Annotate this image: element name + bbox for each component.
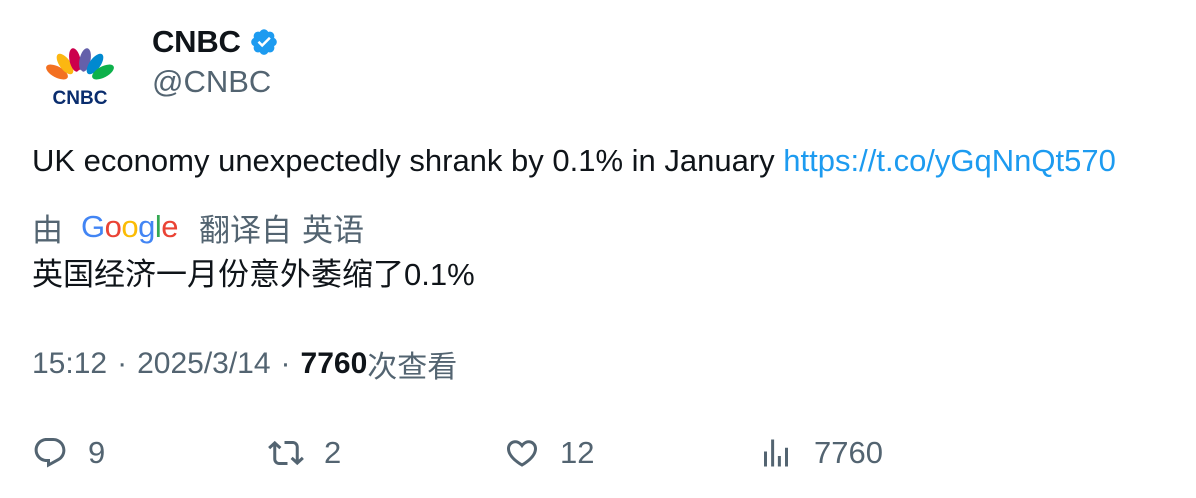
action-bar: 9 2 12 7760 xyxy=(32,428,1172,478)
like-button[interactable]: 12 xyxy=(504,428,594,478)
svg-text:Google: Google xyxy=(81,209,178,244)
views-suffix: 次查看 xyxy=(367,351,458,384)
source-language: 英语 xyxy=(302,212,364,248)
tweet-time[interactable]: 15:12 xyxy=(32,347,107,381)
translation-bar: 由 Google 翻译自 英语 xyxy=(32,207,364,248)
tweet-author: CNBC @CNBC xyxy=(152,24,279,100)
reply-count: 9 xyxy=(88,435,106,470)
tweet-meta: 15:12 · 2025/3/14 · 7760 次查看 xyxy=(32,344,457,384)
retweet-icon xyxy=(268,440,304,466)
like-count: 12 xyxy=(560,435,595,470)
translated-text: 英国经济一月份意外萎缩了0.1% xyxy=(32,257,475,292)
translated-from-label: 翻译自 xyxy=(199,212,292,248)
tweet-body: UK economy unexpectedly shrank by 0.1% i… xyxy=(32,143,784,178)
tweet-link[interactable]: https://t.co/yGqNnQt570 xyxy=(783,143,1116,178)
meta-separator: · xyxy=(280,347,291,380)
author-display-name[interactable]: CNBC xyxy=(152,24,241,60)
heart-icon xyxy=(506,440,538,467)
author-handle[interactable]: @CNBC xyxy=(152,64,279,100)
meta-separator: · xyxy=(117,347,128,380)
retweet-count: 2 xyxy=(324,435,342,470)
analytics-icon xyxy=(764,439,788,467)
retweet-button[interactable]: 2 xyxy=(268,428,341,478)
avatar-logo-text: CNBC xyxy=(53,88,108,106)
tweet-date[interactable]: 2025/3/14 xyxy=(137,347,270,381)
views-count: 7760 xyxy=(300,347,368,380)
reply-button[interactable]: 9 xyxy=(32,428,105,478)
views-button[interactable]: 7760 xyxy=(758,428,883,478)
reply-icon xyxy=(34,438,66,468)
avatar[interactable]: CNBC xyxy=(32,26,128,122)
verified-badge-icon[interactable] xyxy=(249,27,279,57)
cnbc-peacock-logo: CNBC xyxy=(46,48,114,106)
tweet-text: UK economy unexpectedly shrank by 0.1% i… xyxy=(32,141,1172,181)
views-action-count: 7760 xyxy=(814,435,883,470)
translated-by-label: 由 xyxy=(32,212,63,248)
google-logo: Google xyxy=(81,209,179,245)
